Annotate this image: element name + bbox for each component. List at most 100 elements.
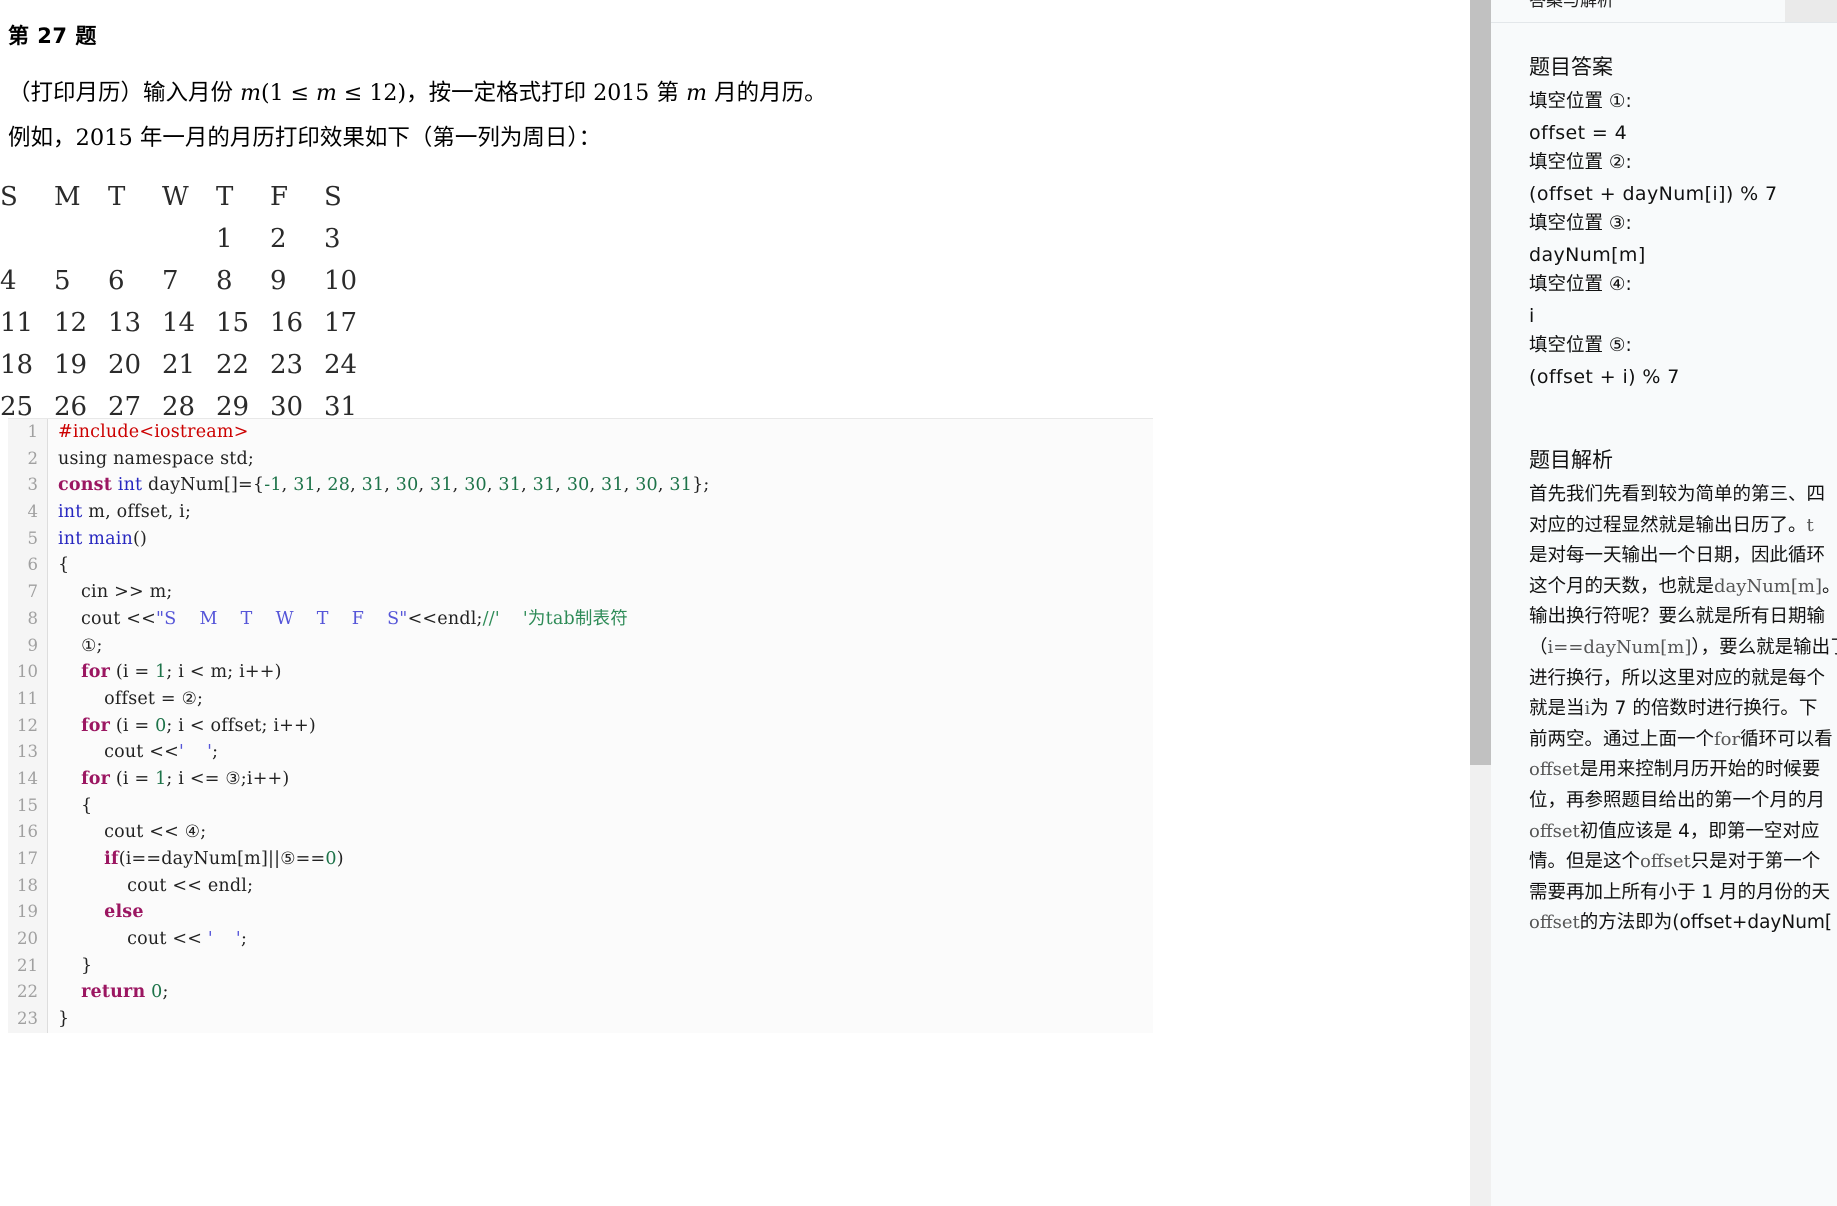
analysis-text: t xyxy=(1806,514,1814,536)
code-token: , xyxy=(384,475,396,496)
analysis-text: ），要么就是输出了 xyxy=(1691,636,1837,658)
code-line-text: for (i = 1; i <= ③;i++) xyxy=(48,766,1153,793)
answer-value: dayNum[m] xyxy=(1529,243,1646,266)
tab-inactive-chip[interactable] xyxy=(1785,0,1837,22)
code-line-text: { xyxy=(48,793,1153,820)
answer-list: 填空位置 ①: offset = 4 填空位置 ②: (offset + day… xyxy=(1529,87,1837,392)
calendar-cell: 4 xyxy=(0,265,17,296)
code-token: for xyxy=(81,768,111,789)
code-token: for xyxy=(81,715,111,736)
analysis-text: 情。但是这个 xyxy=(1529,851,1641,873)
calendar-row: 4 5 6 7 8 9 10 xyxy=(0,260,378,302)
analysis-text: 的倍数时进行换行。下 xyxy=(1626,698,1818,720)
calendar-cell xyxy=(162,218,216,260)
code-line-number: 15 xyxy=(8,792,48,820)
analysis-line: 这个月的天数，也就是dayNum[m]。 xyxy=(1529,572,1837,603)
code-token: for xyxy=(81,662,111,683)
code-token: ③ xyxy=(225,768,241,789)
code-token: 31 xyxy=(293,475,316,496)
calendar-cell: 6 xyxy=(108,265,125,296)
panel-content: 答案与解析 题目答案 填空位置 ①: offset = 4 填空位置 ②: (o… xyxy=(1491,0,1837,1206)
code-line-number: 19 xyxy=(8,899,48,927)
calendar-cell: 23 xyxy=(270,349,304,380)
analysis-text: 1 xyxy=(1701,881,1714,903)
code-token: , xyxy=(418,475,430,496)
analysis-text: 4 xyxy=(1678,820,1690,842)
calendar-cell: 1 xyxy=(216,223,233,254)
analysis-text: 进行换行，所以这里对应的就是每个 xyxy=(1529,667,1826,689)
analysis-line: offset初值应该是 4，即第一空对应 xyxy=(1529,817,1837,848)
code-token: , xyxy=(452,475,465,496)
code-token: int xyxy=(117,475,143,496)
code-line-number: 4 xyxy=(8,499,48,526)
calendar-header-cell: S xyxy=(0,181,18,212)
question-prompt: （打印月历）输入月份 m(1 ≤ m ≤ 12)，按一定格式打印 2015 第 … xyxy=(0,50,1254,115)
analysis-text: 7 xyxy=(1614,698,1627,720)
code-line: 7 cin >> m; xyxy=(8,579,1153,606)
code-token: ; xyxy=(197,688,204,709)
prompt-text-a: （打印月历）输入月份 xyxy=(8,80,241,106)
code-line: 1 #include<iostream> xyxy=(8,419,1153,446)
code-line: 16 cout << ④; xyxy=(8,819,1153,847)
code-token: , xyxy=(555,475,567,496)
code-token: //' '为tab制表符 xyxy=(482,608,628,629)
code-line: 10 for (i = 1; i < m; i++) xyxy=(8,659,1153,686)
calendar-cell: 11 xyxy=(0,307,34,338)
code-token: ' ' xyxy=(207,929,241,950)
calendar-cell: 16 xyxy=(270,307,304,338)
code-line-text: #include<iostream> xyxy=(48,419,1153,446)
calendar-row: 18 19 20 21 22 23 24 xyxy=(0,344,378,386)
panel-inner: 题目答案 填空位置 ①: offset = 4 填空位置 ②: (offset … xyxy=(1491,51,1837,939)
analysis-line: 首先我们先看到较为简单的第三、四 xyxy=(1529,480,1837,511)
analysis-text: for xyxy=(1714,728,1741,750)
panel-scrollbar-thumb[interactable] xyxy=(1470,0,1491,765)
analysis-text: 就是当 xyxy=(1529,698,1585,720)
analysis-text: 月的月份的天 xyxy=(1713,881,1831,903)
code-line: 15 { xyxy=(8,792,1153,820)
analysis-line: 需要再加上所有小于 1 月的月份的天 xyxy=(1529,878,1837,909)
code-line-text: for (i = 0; i < offset; i++) xyxy=(48,713,1153,740)
code-token: ; i < offset; i++) xyxy=(166,715,316,736)
code-line-number: 23 xyxy=(8,1006,48,1033)
calendar-cell: 8 xyxy=(216,265,233,296)
calendar-cell: 3 xyxy=(324,223,341,254)
analysis-text: 为 xyxy=(1590,698,1615,720)
code-line: 5 int main() xyxy=(8,525,1153,553)
code-token: int xyxy=(58,502,83,523)
code-line: 20 cout << ' '; xyxy=(8,926,1153,953)
calendar-header-cell: T xyxy=(216,181,234,212)
code-token: dayNum[]={ xyxy=(142,475,265,496)
code-line-text: cout << ' '; xyxy=(48,926,1153,953)
code-token: ; xyxy=(200,822,207,843)
analysis-text: 初值应该是 xyxy=(1579,820,1679,842)
code-token: 28 xyxy=(327,475,351,496)
code-line: 18 cout << endl; xyxy=(8,872,1153,900)
answer-label: 填空位置 ④: xyxy=(1529,274,1632,295)
source-code-block[interactable]: 1 #include<iostream> 2 using namespace std;… xyxy=(8,418,1153,1033)
code-token: , xyxy=(623,475,636,496)
analysis-text: i==dayNum[m] xyxy=(1547,636,1692,658)
code-line-text: ①; xyxy=(48,633,1153,660)
code-token: cout << endl; xyxy=(58,875,254,896)
code-line-number: 8 xyxy=(8,605,48,633)
answer-label: 填空位置 ③: xyxy=(1529,213,1632,234)
analysis-line: 是对每一天输出一个日期，因此循环 xyxy=(1529,541,1837,572)
code-token: 0 xyxy=(151,982,163,1003)
code-line-number: 3 xyxy=(8,472,48,500)
code-token: 30 xyxy=(566,475,590,496)
code-token: ; xyxy=(240,929,248,950)
code-line-number: 14 xyxy=(8,765,48,793)
code-line-number: 10 xyxy=(8,659,48,686)
analysis-text: （ xyxy=(1529,636,1548,658)
prompt-text-d: 第 xyxy=(649,80,687,106)
code-line-text: } xyxy=(48,953,1153,980)
code-token: , xyxy=(315,475,328,496)
code-line: 14 for (i = 1; i <= ③;i++) xyxy=(8,765,1153,793)
code-token: const xyxy=(58,475,112,496)
code-line-text: int m, offset, i; xyxy=(48,499,1153,526)
tab-answer-and-analysis[interactable]: 答案与解析 xyxy=(1529,0,1614,11)
prompt-text-c: )，按一定格式打印 xyxy=(397,80,594,106)
